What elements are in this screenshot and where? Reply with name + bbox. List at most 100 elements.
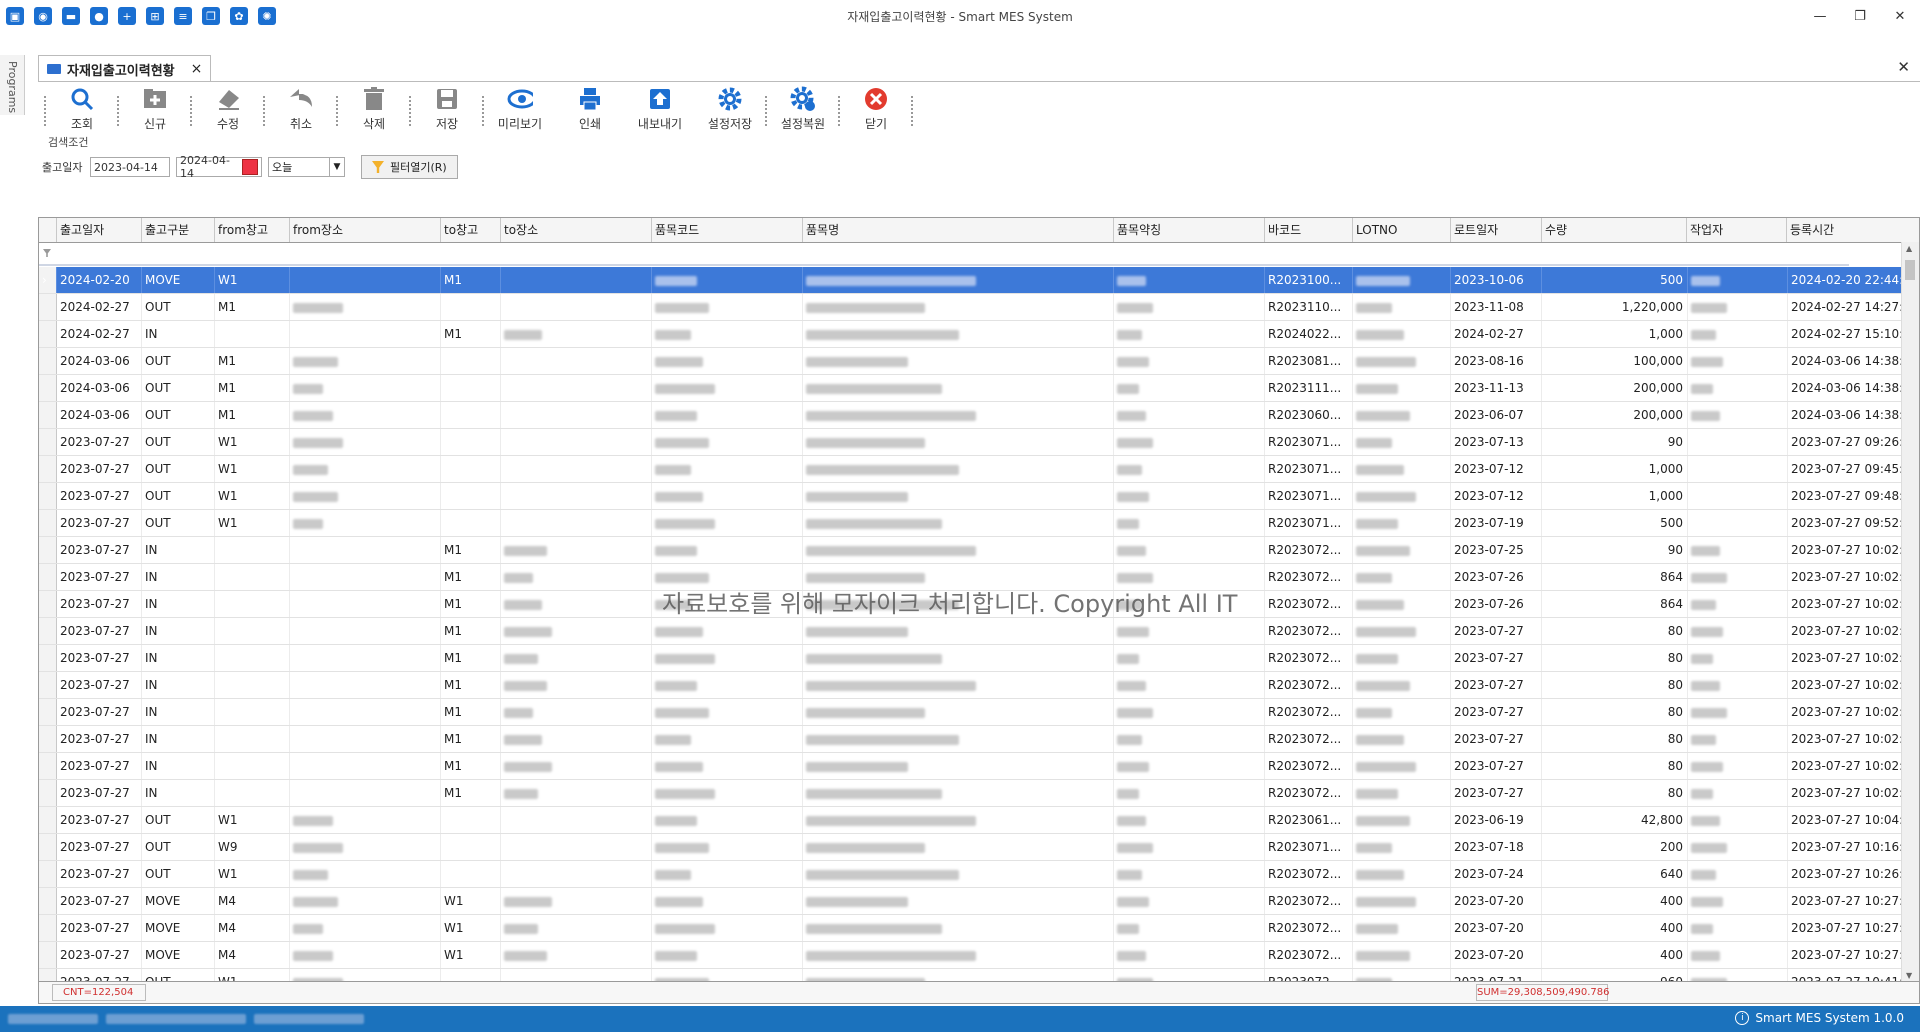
save-settings-button[interactable]: 설정저장 — [695, 82, 765, 132]
redacted-block — [293, 464, 328, 475]
column-header[interactable]: 품목명 — [803, 218, 1114, 242]
add-folder-icon — [142, 86, 168, 112]
table-row[interactable]: 2023-07-27 IN M1 R2023072... 2023-07-27 80 202… — [39, 618, 1919, 645]
redacted-cell — [803, 321, 1114, 347]
table-row[interactable]: 2023-07-27 IN M1 R2023072... 2023-07-26 864 20… — [39, 591, 1919, 618]
print-button[interactable]: 인쇄 — [555, 82, 625, 132]
redacted-block — [806, 464, 959, 475]
camera-icon[interactable]: ◉ — [34, 7, 52, 25]
scroll-thumb[interactable] — [1905, 260, 1915, 280]
column-header[interactable]: 출고일자 — [57, 218, 142, 242]
cancel-button[interactable]: 취소 — [266, 82, 336, 132]
save-button[interactable]: 저장 — [412, 82, 482, 132]
scroll-up-icon[interactable]: ▲ — [1906, 244, 1912, 253]
table-cell: W1 — [215, 429, 290, 455]
table-row[interactable]: 2023-07-27 IN M1 R2023072... 2023-07-27 80 202… — [39, 753, 1919, 780]
grid-filter-row[interactable] — [39, 243, 1849, 266]
date-to-input[interactable]: 2024-04-14 — [176, 154, 262, 180]
table-row[interactable]: 2024-03-06 OUT M1 R2023111... 2023-11-13 200,… — [39, 375, 1919, 402]
table-cell: M1 — [441, 564, 501, 590]
table-cell: OUT — [142, 834, 215, 860]
history-grid[interactable]: 출고일자 출고구분 from창고 from장소 to창고 to장소 품목코드 품목명 품목약칭 바… — [38, 217, 1920, 1004]
redacted-cell — [1353, 915, 1451, 941]
period-select[interactable]: 오늘 ▼ — [268, 157, 345, 177]
app-icon[interactable]: ▣ — [6, 7, 24, 25]
table-row[interactable]: 2023-07-27 MOVE M4 W1 R2023072... 2023-07-20 4… — [39, 915, 1919, 942]
column-header[interactable]: 등록시간 — [1787, 218, 1919, 242]
minimize-button[interactable]: — — [1800, 0, 1840, 32]
table-row[interactable]: 2023-07-27 MOVE M4 W1 R2023072... 2023-07-20 4… — [39, 942, 1919, 969]
redacted-block — [504, 950, 548, 961]
delete-button[interactable]: 삭제 — [339, 82, 409, 132]
table-row[interactable]: 2023-07-27 IN M1 R2023072... 2023-07-26 864 20… — [39, 564, 1919, 591]
folder-icon[interactable]: ▬ — [62, 7, 80, 25]
table-row[interactable]: 2023-07-27 IN M1 R2023072... 2023-07-27 80 202… — [39, 645, 1919, 672]
table-row[interactable]: 2023-07-27 OUT W1 R2023071... 2023-07-12 1,00… — [39, 456, 1919, 483]
table-row[interactable]: 2023-07-27 OUT W1 R2023071... 2023-07-19 500 2… — [39, 510, 1919, 537]
column-header[interactable]: LOTNO — [1353, 218, 1451, 242]
table-row[interactable]: 2023-07-27 OUT W1 R2023071... 2023-07-13 90 20… — [39, 429, 1919, 456]
table-row[interactable]: 2024-03-06 OUT M1 R2023060... 2023-06-07 200,… — [39, 402, 1919, 429]
table-row[interactable]: 2023-07-27 IN M1 R2023072... 2023-07-25 90 202… — [39, 537, 1919, 564]
column-header[interactable]: 로트일자 — [1451, 218, 1542, 242]
column-header[interactable]: 품목코드 — [652, 218, 803, 242]
close-button[interactable]: 닫기 — [841, 82, 911, 132]
column-header[interactable]: 수량 — [1542, 218, 1687, 242]
date-label: 출고일자 — [42, 161, 83, 174]
close-window-button[interactable]: ✕ — [1880, 0, 1920, 32]
table-row[interactable]: › 2024-02-20 MOVE W1 M1 R2023100... 2023-10-06… — [39, 267, 1919, 294]
column-header[interactable]: 작업자 — [1687, 218, 1787, 242]
new-button[interactable]: 신규 — [120, 82, 190, 132]
preview-button[interactable]: 미리보기 — [485, 82, 555, 132]
tab-close-icon[interactable]: × — [191, 61, 203, 77]
table-row[interactable]: 2024-03-06 OUT M1 R2023081... 2023-08-16 100,… — [39, 348, 1919, 375]
table-row[interactable]: 2023-07-27 OUT W1 R2023071... 2023-07-12 1,00… — [39, 483, 1919, 510]
list-icon[interactable]: ≡ — [174, 7, 192, 25]
table-row[interactable]: 2023-07-27 OUT W1 R2023072... 2023-07-24 640 2… — [39, 861, 1919, 888]
restore-settings-button[interactable]: 설정복원 — [768, 82, 838, 132]
date-from-input[interactable]: 2023-04-14 — [90, 157, 170, 177]
palette-icon[interactable]: ✿ — [230, 7, 248, 25]
table-row[interactable]: 2024-02-27 IN M1 R2024022... 2024-02-27 1,000… — [39, 321, 1919, 348]
search-button[interactable]: 조회 — [47, 82, 117, 132]
programs-sidebar[interactable]: Programs — [0, 55, 25, 115]
table-cell: R2023072... — [1265, 699, 1353, 725]
table-row[interactable]: 2023-07-27 OUT W1 R2023061... 2023-06-19 42,8… — [39, 807, 1919, 834]
table-row[interactable]: 2023-07-27 IN M1 R2023072... 2023-07-27 80 202… — [39, 726, 1919, 753]
lock-icon[interactable]: ● — [90, 7, 108, 25]
redacted-cell — [1353, 429, 1451, 455]
export-button[interactable]: 내보내기 — [625, 82, 695, 132]
table-row[interactable]: 2024-02-27 OUT M1 R2023110... 2023-11-08 1,22… — [39, 294, 1919, 321]
column-header[interactable]: from창고 — [215, 218, 290, 242]
table-cell: 2023-07-27 — [57, 942, 142, 968]
theme-icon[interactable]: ✺ — [258, 7, 276, 25]
date-to-value: 2024-04-14 — [180, 154, 230, 180]
column-header[interactable]: from장소 — [290, 218, 441, 242]
table-cell: 2023-07-19 — [1451, 510, 1542, 536]
column-header[interactable]: to창고 — [441, 218, 501, 242]
tree-icon[interactable]: ⊞ — [146, 7, 164, 25]
table-row[interactable]: 2023-07-27 OUT W9 R2023071... 2023-07-18 200 2… — [39, 834, 1919, 861]
column-header[interactable]: 출고구분 — [142, 218, 215, 242]
maximize-button[interactable]: ❐ — [1840, 0, 1880, 32]
redacted-block — [1117, 950, 1146, 961]
redacted-block — [1356, 491, 1416, 502]
column-header[interactable]: 품목약칭 — [1114, 218, 1265, 242]
tab-material-history[interactable]: 자재입출고이력현황 × — [38, 55, 212, 82]
redacted-cell — [290, 375, 441, 401]
panel-close-icon[interactable]: ✕ — [1897, 58, 1910, 76]
column-header[interactable]: to장소 — [501, 218, 652, 242]
scroll-down-icon[interactable]: ▼ — [1906, 971, 1912, 980]
table-row[interactable]: 2023-07-27 IN M1 R2023072... 2023-07-27 80 202… — [39, 699, 1919, 726]
redacted-block — [293, 896, 338, 907]
vertical-scrollbar[interactable]: ▲ ▼ — [1901, 242, 1919, 982]
table-row[interactable]: 2023-07-27 IN M1 R2023072... 2023-07-27 80 202… — [39, 780, 1919, 807]
windows-icon[interactable]: ❐ — [202, 7, 220, 25]
filter-open-button[interactable]: 필터열기(R) — [361, 155, 458, 179]
edit-button[interactable]: 수정 — [193, 82, 263, 132]
table-row[interactable]: 2023-07-27 MOVE M4 W1 R2023072... 2023-07-20 4… — [39, 888, 1919, 915]
calendar-icon[interactable] — [241, 159, 258, 175]
table-row[interactable]: 2023-07-27 IN M1 R2023072... 2023-07-27 80 202… — [39, 672, 1919, 699]
column-header[interactable]: 바코드 — [1265, 218, 1353, 242]
plus-icon[interactable]: + — [118, 7, 136, 25]
